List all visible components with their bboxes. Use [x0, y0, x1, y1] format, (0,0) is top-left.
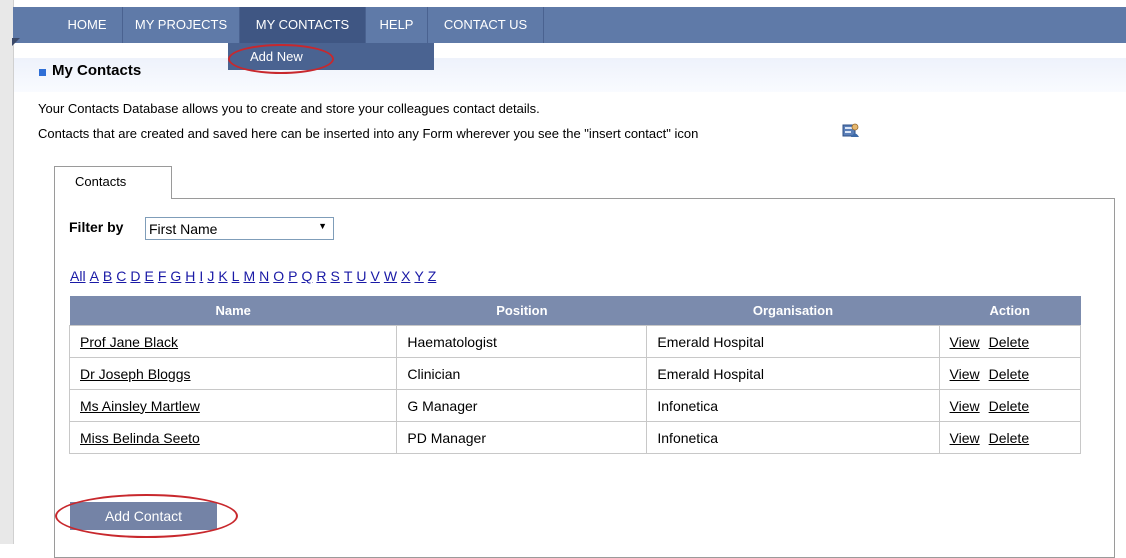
alpha-link-p[interactable]: P: [288, 268, 297, 284]
alpha-link-g[interactable]: G: [170, 268, 181, 284]
organisation-cell: Emerald Hospital: [646, 325, 940, 358]
chevron-down-icon: ▼: [318, 221, 327, 231]
add-contact-button[interactable]: Add Contact: [70, 502, 217, 530]
contact-name-link[interactable]: Miss Belinda Seeto: [80, 430, 200, 446]
nav-contact-us[interactable]: CONTACT US: [428, 7, 544, 43]
delete-link[interactable]: Delete: [989, 334, 1029, 350]
table-row: Prof Jane Black Haematologist Emerald Ho…: [68, 325, 1082, 358]
tab-contacts-label: Contacts: [75, 174, 127, 189]
column-header-position: Position: [396, 296, 647, 326]
alpha-link-e[interactable]: E: [145, 268, 154, 284]
alpha-link-f[interactable]: F: [158, 268, 167, 284]
table-row: Dr Joseph Bloggs Clinician Emerald Hospi…: [68, 357, 1082, 390]
alpha-link-u[interactable]: U: [356, 268, 366, 284]
alpha-link-d[interactable]: D: [130, 268, 140, 284]
nav-my-projects[interactable]: MY PROJECTS: [123, 7, 240, 43]
alpha-link-i[interactable]: I: [199, 268, 203, 284]
column-header-organisation: Organisation: [646, 296, 940, 326]
view-link[interactable]: View: [950, 366, 980, 382]
delete-link[interactable]: Delete: [989, 398, 1029, 414]
alpha-link-w[interactable]: W: [384, 268, 397, 284]
name-cell: Dr Joseph Bloggs: [68, 357, 398, 390]
nav-ribbon-fold: [12, 38, 20, 46]
column-header-name: Name: [69, 296, 397, 326]
nav-home[interactable]: HOME: [52, 7, 123, 43]
alpha-link-b[interactable]: B: [103, 268, 112, 284]
organisation-cell: Infonetica: [646, 389, 940, 422]
delete-link[interactable]: Delete: [989, 430, 1029, 446]
alpha-link-v[interactable]: V: [371, 268, 380, 284]
alpha-link-a[interactable]: A: [90, 268, 99, 284]
position-cell: Haematologist: [396, 325, 648, 358]
view-link[interactable]: View: [950, 398, 980, 414]
alpha-link-x[interactable]: X: [401, 268, 410, 284]
filter-label: Filter by: [69, 219, 124, 235]
delete-link[interactable]: Delete: [989, 366, 1029, 382]
contact-name-link[interactable]: Prof Jane Black: [80, 334, 178, 350]
name-cell: Prof Jane Black: [68, 325, 398, 358]
alpha-link-m[interactable]: M: [243, 268, 255, 284]
alpha-link-all[interactable]: All: [70, 268, 86, 284]
alpha-link-o[interactable]: O: [273, 268, 284, 284]
nav-my-contacts[interactable]: MY CONTACTS: [240, 7, 366, 43]
alpha-link-l[interactable]: L: [232, 268, 240, 284]
page-title: My Contacts: [52, 62, 142, 79]
position-cell: PD Manager: [396, 421, 648, 454]
position-cell: Clinician: [396, 357, 648, 390]
contacts-table: Name Position Organisation Action Prof J…: [68, 296, 1082, 454]
alpha-link-r[interactable]: R: [316, 268, 326, 284]
view-link[interactable]: View: [950, 334, 980, 350]
name-cell: Miss Belinda Seeto: [68, 421, 398, 454]
action-cell: View Delete: [938, 421, 1082, 454]
alpha-link-z[interactable]: Z: [428, 268, 437, 284]
my-contacts-dropdown: Add New: [228, 43, 434, 70]
left-rail: [0, 0, 13, 544]
alpha-link-c[interactable]: C: [116, 268, 126, 284]
page-header-band: [14, 58, 1126, 92]
filter-selected-value: First Name: [149, 221, 218, 237]
alpha-link-n[interactable]: N: [259, 268, 269, 284]
alphabet-filter: All A B C D E F G H I J K L M N O P Q R S T U V W X Y Z: [70, 268, 440, 284]
action-cell: View Delete: [938, 325, 1082, 358]
alpha-link-t[interactable]: T: [344, 268, 353, 284]
tab-contacts[interactable]: Contacts: [54, 166, 172, 199]
alpha-link-y[interactable]: Y: [414, 268, 423, 284]
position-cell: G Manager: [396, 389, 648, 422]
organisation-cell: Emerald Hospital: [646, 357, 940, 390]
intro-line-2: Contacts that are created and saved here…: [38, 126, 699, 141]
contact-name-link[interactable]: Ms Ainsley Martlew: [80, 398, 200, 414]
title-bullet-icon: [39, 69, 46, 76]
name-cell: Ms Ainsley Martlew: [68, 389, 398, 422]
add-new-menu-item[interactable]: Add New: [250, 49, 303, 64]
organisation-cell: Infonetica: [646, 421, 940, 454]
column-header-action: Action: [939, 296, 1081, 326]
intro-line-1: Your Contacts Database allows you to cre…: [38, 101, 540, 116]
alpha-link-k[interactable]: K: [218, 268, 227, 284]
table-header-row: Name Position Organisation Action: [69, 296, 1081, 326]
alpha-link-q[interactable]: Q: [301, 268, 312, 284]
contact-name-link[interactable]: Dr Joseph Bloggs: [80, 366, 191, 382]
view-link[interactable]: View: [950, 430, 980, 446]
alpha-link-j[interactable]: J: [207, 268, 214, 284]
insert-contact-icon: [842, 123, 859, 137]
action-cell: View Delete: [938, 389, 1082, 422]
nav-help[interactable]: HELP: [366, 7, 428, 43]
filter-select[interactable]: First Name ▼: [145, 217, 334, 240]
alpha-link-s[interactable]: S: [331, 268, 340, 284]
table-row: Ms Ainsley Martlew G Manager Infonetica …: [68, 389, 1082, 422]
action-cell: View Delete: [938, 357, 1082, 390]
alpha-link-h[interactable]: H: [185, 268, 195, 284]
table-row: Miss Belinda Seeto PD Manager Infonetica…: [68, 421, 1082, 454]
